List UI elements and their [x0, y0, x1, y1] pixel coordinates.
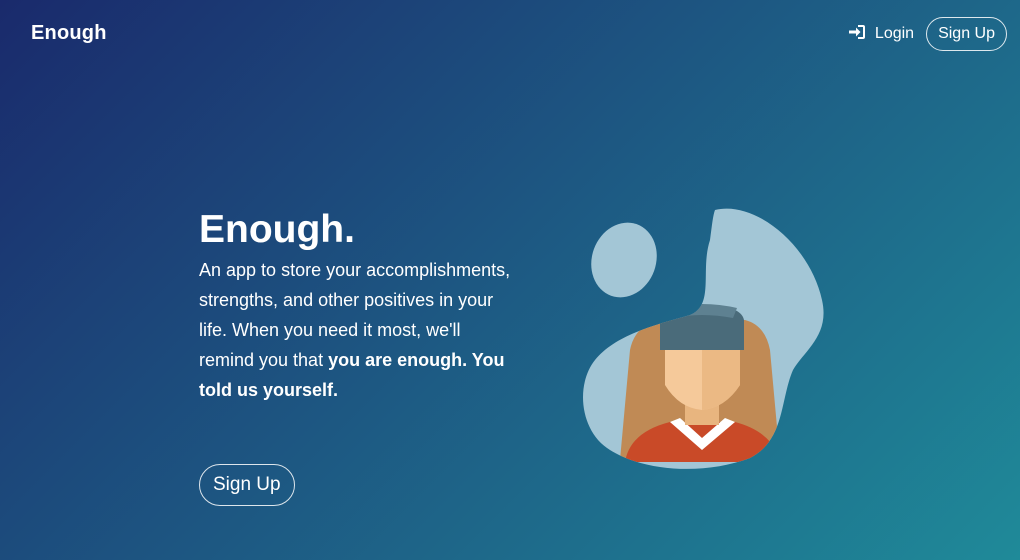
sign-in-icon [848, 24, 875, 44]
avatar-figure [620, 304, 780, 462]
hero-text: Enough. An app to store your accomplishm… [199, 205, 519, 405]
nav-actions: Login Sign Up [848, 17, 1007, 51]
navbar: Enough Login Sign Up [0, 0, 1020, 70]
hero-title: Enough. [199, 208, 355, 251]
hero-illustration [575, 200, 835, 470]
hero-signup-button[interactable]: Sign Up [199, 464, 295, 506]
small-blob [591, 222, 657, 298]
nav-signup-button[interactable]: Sign Up [926, 17, 1007, 51]
hero-description: An app to store your accomplishments, st… [199, 255, 519, 405]
login-label: Login [874, 25, 915, 42]
brand-logo[interactable]: Enough [31, 22, 107, 45]
login-link[interactable]: Login [848, 24, 915, 44]
